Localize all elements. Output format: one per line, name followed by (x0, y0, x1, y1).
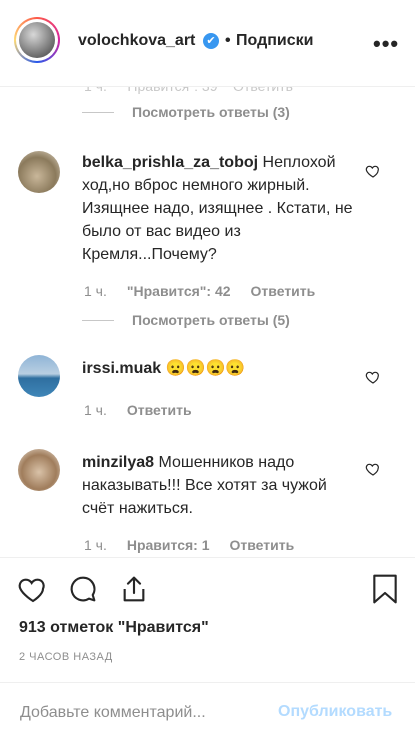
add-comment-bar: Опубликовать (0, 682, 415, 744)
comment-username[interactable]: minzilya8 (82, 454, 154, 471)
comment-bubble-icon[interactable] (67, 573, 99, 605)
post-likes-count[interactable]: 913 отметок "Нравится" (19, 619, 209, 637)
comment-likes-count[interactable]: "Нравится": 42 (127, 283, 231, 299)
comment-time: 1 ч. (84, 537, 107, 553)
replies-divider (82, 320, 114, 321)
comment-time: 1 ч. (84, 402, 107, 418)
comment-username[interactable]: belka_prishla_za_toboj (82, 154, 258, 171)
reply-button[interactable]: Ответить (127, 402, 192, 418)
comment-likes-count[interactable]: Нравится: 1 (127, 537, 210, 553)
publish-button[interactable]: Опубликовать (278, 703, 392, 721)
comment-meta: 1 ч. Нравится: 1 Ответить (84, 537, 314, 553)
replies-divider (82, 112, 114, 113)
author-username[interactable]: volochkova_art (78, 32, 195, 50)
like-comment-heart-icon[interactable] (365, 163, 381, 179)
more-options-icon[interactable]: ••• (373, 31, 399, 57)
like-comment-heart-icon[interactable] (365, 461, 381, 477)
post-timestamp: 2 ЧАСОВ НАЗАД (19, 651, 113, 663)
reply-button[interactable]: Ответить (230, 537, 295, 553)
like-comment-heart-icon[interactable] (365, 369, 381, 385)
comment-time: 1 ч. (84, 283, 107, 299)
reply-button[interactable]: Ответить (251, 283, 316, 299)
following-button[interactable]: Подписки (236, 32, 313, 50)
view-replies-label: Посмотреть ответы (3) (132, 104, 290, 120)
comment-avatar[interactable] (18, 355, 60, 397)
comment-meta: 1 ч. Ответить (84, 402, 212, 418)
comment-text: belka_prishla_za_toboj Неплохой ход,но в… (82, 151, 362, 266)
comment-input[interactable] (18, 703, 262, 723)
comment-message: 😦😦😦😦 (161, 360, 246, 377)
comment-text: irssi.muak 😦😦😦😦 (82, 357, 362, 380)
comment-text: minzilya8 Мошенников надо наказывать!!! … (82, 451, 362, 520)
post-actions-footer: 913 отметок "Нравится" 2 ЧАСОВ НАЗАД Опу… (0, 557, 415, 743)
like-heart-icon[interactable] (17, 573, 49, 605)
comment-meta: 1 ч. "Нравится": 42 Ответить (84, 283, 335, 299)
view-replies-label: Посмотреть ответы (5) (132, 312, 290, 328)
bookmark-icon[interactable] (370, 573, 400, 605)
verified-badge-icon: ✔ (203, 33, 219, 49)
comment-avatar[interactable] (18, 151, 60, 193)
author-avatar[interactable] (14, 17, 60, 63)
share-icon[interactable] (118, 573, 150, 605)
post-header: volochkova_art ✔ • Подписки ••• (0, 0, 415, 87)
comment-username[interactable]: irssi.muak (82, 360, 161, 377)
comment-avatar[interactable] (18, 449, 60, 491)
header-separator: • (225, 32, 231, 49)
